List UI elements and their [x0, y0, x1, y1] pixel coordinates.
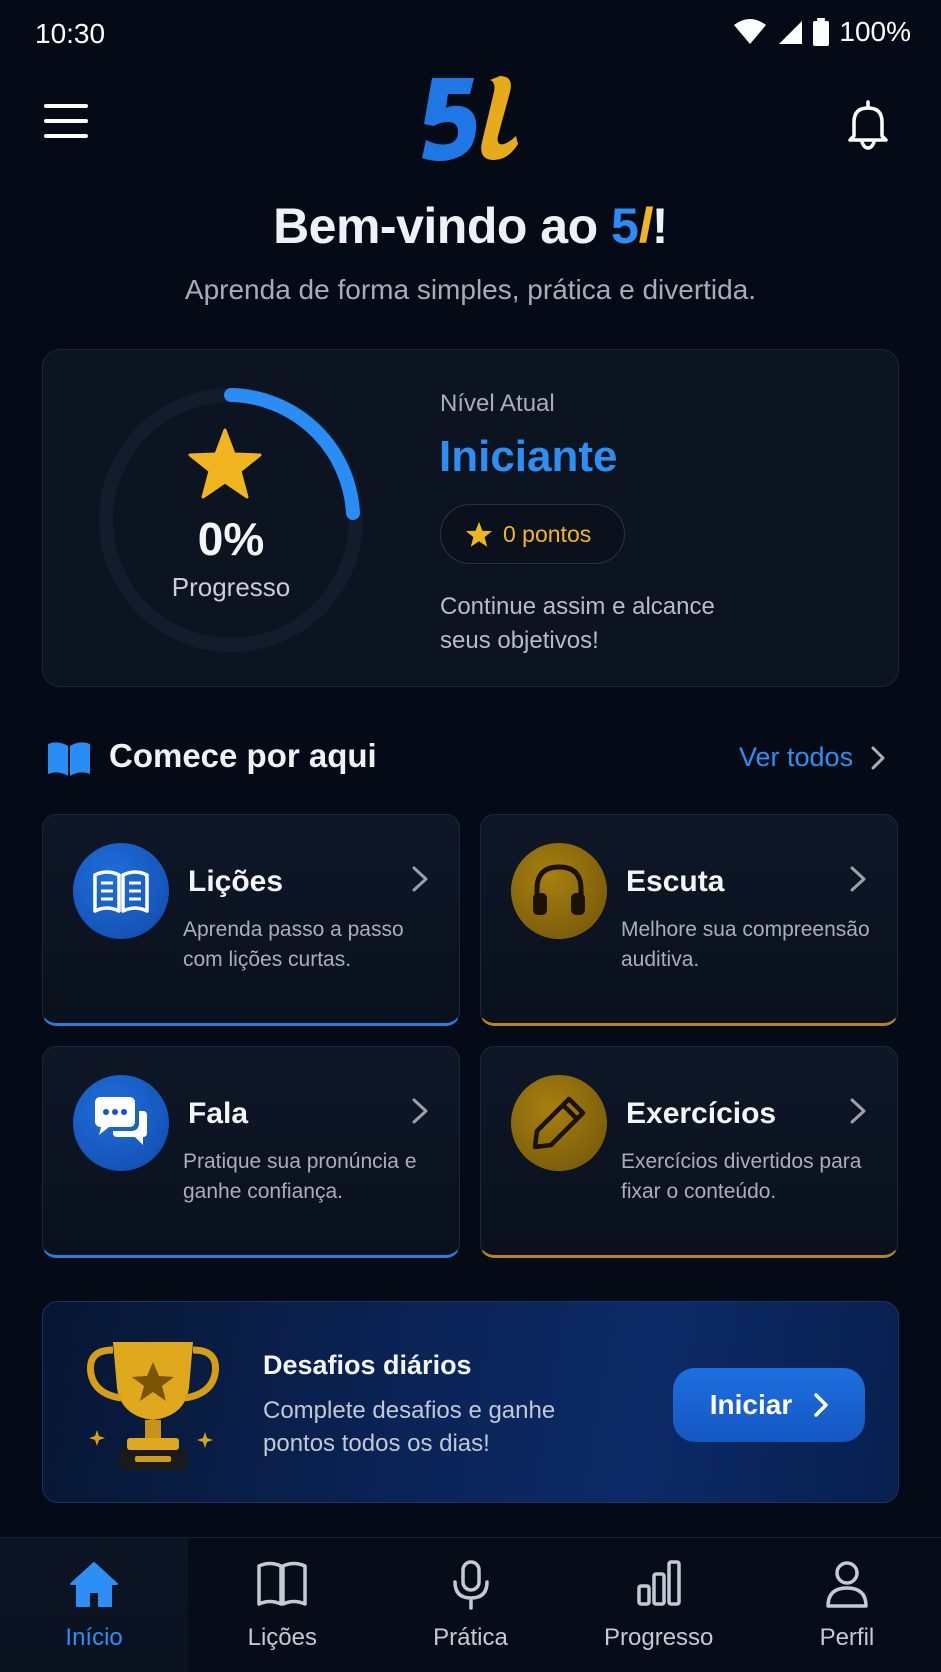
chevron-right-icon	[814, 1393, 828, 1417]
feature-description: Exercícios divertidos para fixar o conte…	[621, 1150, 862, 1203]
chevron-right-icon	[412, 866, 428, 892]
feature-description: Pratique sua pronúncia e ganhe confiança…	[183, 1150, 417, 1203]
points-text: 0 pontos	[503, 520, 592, 547]
app-logo	[422, 76, 518, 161]
feature-card-escuta[interactable]: Escuta Melhore sua compreensão auditiva.	[480, 814, 898, 1026]
points-star-icon	[465, 521, 493, 547]
bar-chart-icon	[636, 1560, 681, 1606]
points-badge: 0 pontos	[440, 504, 625, 564]
nav-label: Perfil	[819, 1624, 875, 1651]
feature-icon-circle	[73, 843, 169, 939]
cell-signal-icon	[779, 21, 803, 44]
chevron-right-icon	[871, 746, 885, 769]
nav-item-licoes[interactable]: Lições	[188, 1538, 376, 1672]
level-name: Iniciante	[439, 432, 618, 481]
nav-item-pratica[interactable]: Prática	[376, 1538, 564, 1672]
menu-icon	[44, 104, 88, 108]
open-book-icon	[48, 742, 90, 776]
status-time: 10:30	[35, 18, 106, 49]
feature-icon-circle	[511, 843, 607, 939]
status-icons: 100%	[733, 16, 911, 48]
start-challenge-button[interactable]: Iniciar	[673, 1368, 865, 1442]
feature-title: Lições	[188, 865, 284, 898]
book-icon	[257, 1561, 308, 1606]
brand-5: 5	[611, 198, 639, 254]
daily-challenges-banner: Desafios diários Complete desafios e gan…	[42, 1301, 899, 1503]
chevron-right-icon	[850, 1098, 866, 1124]
battery-icon	[813, 18, 830, 46]
feature-card-exercicios[interactable]: Exercícios Exercícios divertidos para fi…	[480, 1046, 898, 1258]
user-icon	[826, 1561, 868, 1608]
welcome-title: Bem-vindo ao 5l!	[273, 198, 668, 254]
feature-icon-circle	[511, 1075, 607, 1171]
nav-label: Progresso	[604, 1624, 714, 1651]
chevron-right-icon	[412, 1098, 428, 1124]
feature-description: Melhore sua compreensão auditiva.	[621, 918, 870, 971]
feature-title: Fala	[188, 1097, 249, 1130]
feature-icon-circle	[73, 1075, 169, 1171]
see-all-label: Ver todos	[739, 742, 854, 772]
feature-card-fala[interactable]: Fala Pratique sua pronúncia e ganhe conf…	[42, 1046, 460, 1258]
status-bar: 10:30 100%	[0, 0, 941, 70]
nav-label: Prática	[433, 1624, 508, 1651]
level-caption: Nível Atual	[440, 390, 555, 417]
feature-title: Escuta	[626, 865, 725, 898]
book-icon	[93, 870, 149, 913]
microphone-icon	[452, 1560, 489, 1610]
star-icon	[188, 428, 262, 499]
challenge-title: Desafios diários	[263, 1350, 472, 1380]
battery-percentage: 100%	[839, 16, 911, 47]
wifi-icon	[734, 19, 767, 44]
feature-card-licoes[interactable]: Lições Aprenda passo a passo com lições …	[42, 814, 460, 1026]
headphones-icon	[533, 864, 585, 915]
progress-label: Progresso	[171, 572, 291, 602]
progress-card: 0% Progresso Nível Atual Iniciante 0 pon…	[42, 349, 899, 687]
notifications-bell-icon[interactable]	[844, 98, 892, 150]
logo-5	[422, 78, 477, 161]
see-all-link[interactable]: Ver todos	[739, 742, 885, 773]
bottom-navigation: Início Lições Prática Progresso Perfil	[0, 1537, 941, 1672]
chevron-right-icon	[850, 866, 866, 892]
challenge-description: Complete desafios e ganhe pontos todos o…	[263, 1397, 556, 1457]
nav-item-inicio[interactable]: Início	[0, 1538, 189, 1672]
start-button-label: Iniciar	[709, 1389, 793, 1420]
menu-button[interactable]	[44, 104, 88, 140]
chat-icon	[95, 1097, 147, 1145]
home-icon	[70, 1562, 119, 1607]
nav-label: Lições	[247, 1624, 317, 1651]
brand-l: l	[638, 198, 652, 254]
progress-percent: 0%	[197, 513, 265, 565]
welcome-subtitle: Aprenda de forma simples, prática e dive…	[184, 274, 757, 305]
trophy-icon	[86, 1342, 220, 1470]
pencil-icon	[532, 1096, 586, 1150]
section-title: Comece por aqui	[109, 737, 377, 774]
logo-l	[481, 76, 518, 160]
feature-description: Aprenda passo a passo com lições curtas.	[183, 918, 404, 971]
level-message: Continue assim e alcance seus objetivos!	[440, 593, 715, 654]
nav-label: Início	[65, 1624, 123, 1651]
nav-item-progresso[interactable]: Progresso	[565, 1538, 753, 1672]
feature-title: Exercícios	[626, 1097, 777, 1130]
nav-item-perfil[interactable]: Perfil	[753, 1538, 941, 1672]
